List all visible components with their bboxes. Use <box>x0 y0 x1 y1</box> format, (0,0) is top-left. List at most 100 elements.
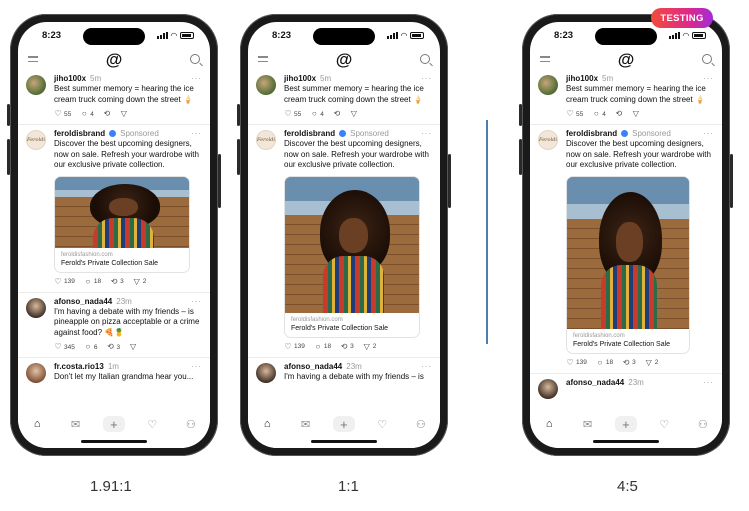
post[interactable]: afonso_nada44 23m ··· I'm having a debate… <box>248 358 440 389</box>
avatar[interactable] <box>256 75 276 95</box>
avatar[interactable] <box>256 362 276 383</box>
more-options-icon[interactable]: ··· <box>191 129 202 138</box>
username[interactable]: afonso_nada44 <box>54 297 112 306</box>
reply-button[interactable]: ○ 18 <box>314 342 331 351</box>
heart-icon[interactable]: ♡ <box>141 416 163 432</box>
more-options-icon[interactable]: ··· <box>703 129 714 138</box>
inbox-icon[interactable]: ✉ <box>295 416 317 432</box>
menu-icon[interactable] <box>28 56 38 62</box>
like-button[interactable]: ♡ 55 <box>54 110 71 118</box>
like-button[interactable]: ♡ 139 <box>566 358 586 367</box>
feed[interactable]: jiho100x 5m ··· Best summer memory = hear… <box>18 70 210 408</box>
more-options-icon[interactable]: ··· <box>191 297 202 306</box>
inbox-icon[interactable]: ✉ <box>577 416 599 432</box>
ad-link-card[interactable]: feroldisfashion.com Ferold's Private Col… <box>284 175 420 338</box>
threads-logo-icon[interactable]: @ <box>618 51 635 68</box>
username[interactable]: jiho100x <box>566 74 598 83</box>
post[interactable]: afonso_nada44 23m ··· I'm having a debate… <box>18 293 210 359</box>
username[interactable]: feroldisbrand <box>54 129 105 138</box>
more-options-icon[interactable]: ··· <box>421 362 432 371</box>
avatar[interactable]: Feroldi <box>538 130 558 151</box>
share-button[interactable]: ▽ 2 <box>133 277 147 286</box>
repost-button[interactable]: ⟲ <box>333 110 341 118</box>
ad-image[interactable] <box>285 176 419 313</box>
plus-icon[interactable]: + <box>332 416 355 432</box>
profile-icon[interactable]: ⚇ <box>692 416 714 432</box>
repost-button[interactable]: ⟲ 3 <box>106 343 120 351</box>
search-icon[interactable] <box>419 54 430 64</box>
share-button[interactable]: ▽ <box>632 110 640 118</box>
heart-icon[interactable]: ♡ <box>653 416 675 432</box>
avatar[interactable] <box>538 75 558 95</box>
username[interactable]: afonso_nada44 <box>284 362 342 371</box>
sponsored-post[interactable]: Feroldi feroldisbrand Sponsored ··· Disco… <box>530 125 722 374</box>
share-button[interactable]: ▽ <box>350 110 358 118</box>
like-button[interactable]: ♡ 345 <box>54 343 74 351</box>
username[interactable]: feroldisbrand <box>566 129 617 138</box>
ad-link-card[interactable]: feroldisfashion.com Ferold's Private Col… <box>54 175 190 273</box>
home-icon[interactable]: ⌂ <box>538 416 560 432</box>
reply-button[interactable]: ○ 6 <box>84 343 97 351</box>
repost-button[interactable]: ⟲ 3 <box>340 342 354 351</box>
ad-link-card[interactable]: feroldisfashion.com Ferold's Private Col… <box>566 175 690 354</box>
avatar[interactable] <box>26 297 46 318</box>
avatar[interactable] <box>26 363 46 384</box>
avatar[interactable] <box>26 75 46 95</box>
reply-button[interactable]: ○ 4 <box>80 110 94 118</box>
reply-button[interactable]: ○ 18 <box>84 277 101 286</box>
post[interactable]: afonso_nada44 23m ··· <box>530 374 722 399</box>
more-options-icon[interactable]: ··· <box>703 74 714 83</box>
search-icon[interactable] <box>189 54 200 64</box>
more-options-icon[interactable]: ··· <box>191 74 202 83</box>
username[interactable]: feroldisbrand <box>284 129 335 138</box>
username[interactable]: afonso_nada44 <box>566 378 624 387</box>
ad-image[interactable] <box>55 176 189 248</box>
feed[interactable]: jiho100x 5m ··· Best summer memory = hear… <box>530 70 722 408</box>
ad-image[interactable] <box>567 176 689 329</box>
avatar[interactable]: Feroldi <box>26 130 46 151</box>
like-button[interactable]: ♡ 139 <box>54 277 74 286</box>
more-options-icon[interactable]: ··· <box>191 362 202 371</box>
repost-button[interactable]: ⟲ <box>615 110 623 118</box>
threads-logo-icon[interactable]: @ <box>336 51 353 68</box>
profile-icon[interactable]: ⚇ <box>410 416 432 432</box>
like-button[interactable]: ♡ 139 <box>284 342 304 351</box>
heart-icon[interactable]: ♡ <box>371 416 393 432</box>
reply-button[interactable]: ○ 4 <box>592 110 606 118</box>
search-icon[interactable] <box>701 54 712 64</box>
plus-icon[interactable]: + <box>614 416 637 432</box>
home-icon[interactable]: ⌂ <box>256 416 278 432</box>
like-button[interactable]: ♡ 55 <box>284 110 301 118</box>
like-button[interactable]: ♡ 55 <box>566 110 583 118</box>
reply-button[interactable]: ○ 4 <box>310 110 324 118</box>
post[interactable]: jiho100x 5m ··· Best summer memory = hear… <box>530 70 722 126</box>
avatar[interactable]: Feroldi <box>256 130 276 151</box>
home-icon[interactable]: ⌂ <box>26 416 48 432</box>
post[interactable]: jiho100x 5m ··· Best summer memory = hear… <box>18 70 210 126</box>
more-options-icon[interactable]: ··· <box>421 74 432 83</box>
reply-button[interactable]: ○ 18 <box>596 358 613 367</box>
share-button[interactable]: ▽ 2 <box>363 342 377 351</box>
threads-logo-icon[interactable]: @ <box>106 51 123 68</box>
repost-button[interactable]: ⟲ 3 <box>622 358 636 367</box>
menu-icon[interactable] <box>258 56 268 62</box>
menu-icon[interactable] <box>540 56 550 62</box>
username[interactable]: fr.costa.rio13 <box>54 362 104 371</box>
more-options-icon[interactable]: ··· <box>703 378 714 387</box>
more-options-icon[interactable]: ··· <box>421 129 432 138</box>
repost-button[interactable]: ⟲ 3 <box>110 277 124 286</box>
sponsored-post[interactable]: Feroldi feroldisbrand Sponsored ··· Disco… <box>18 125 210 293</box>
feed[interactable]: jiho100x 5m ··· Best summer memory = hear… <box>248 70 440 408</box>
avatar[interactable] <box>538 378 558 399</box>
share-button[interactable]: ▽ 2 <box>645 358 659 367</box>
username[interactable]: jiho100x <box>284 74 316 83</box>
post[interactable]: jiho100x 5m ··· Best summer memory = hear… <box>248 70 440 126</box>
share-button[interactable]: ▽ <box>129 343 137 351</box>
username[interactable]: jiho100x <box>54 74 86 83</box>
post[interactable]: fr.costa.rio13 1m ··· Don't let my Italia… <box>18 358 210 389</box>
plus-icon[interactable]: + <box>102 416 125 432</box>
profile-icon[interactable]: ⚇ <box>180 416 202 432</box>
share-button[interactable]: ▽ <box>120 110 128 118</box>
inbox-icon[interactable]: ✉ <box>65 416 87 432</box>
repost-button[interactable]: ⟲ <box>103 110 111 118</box>
